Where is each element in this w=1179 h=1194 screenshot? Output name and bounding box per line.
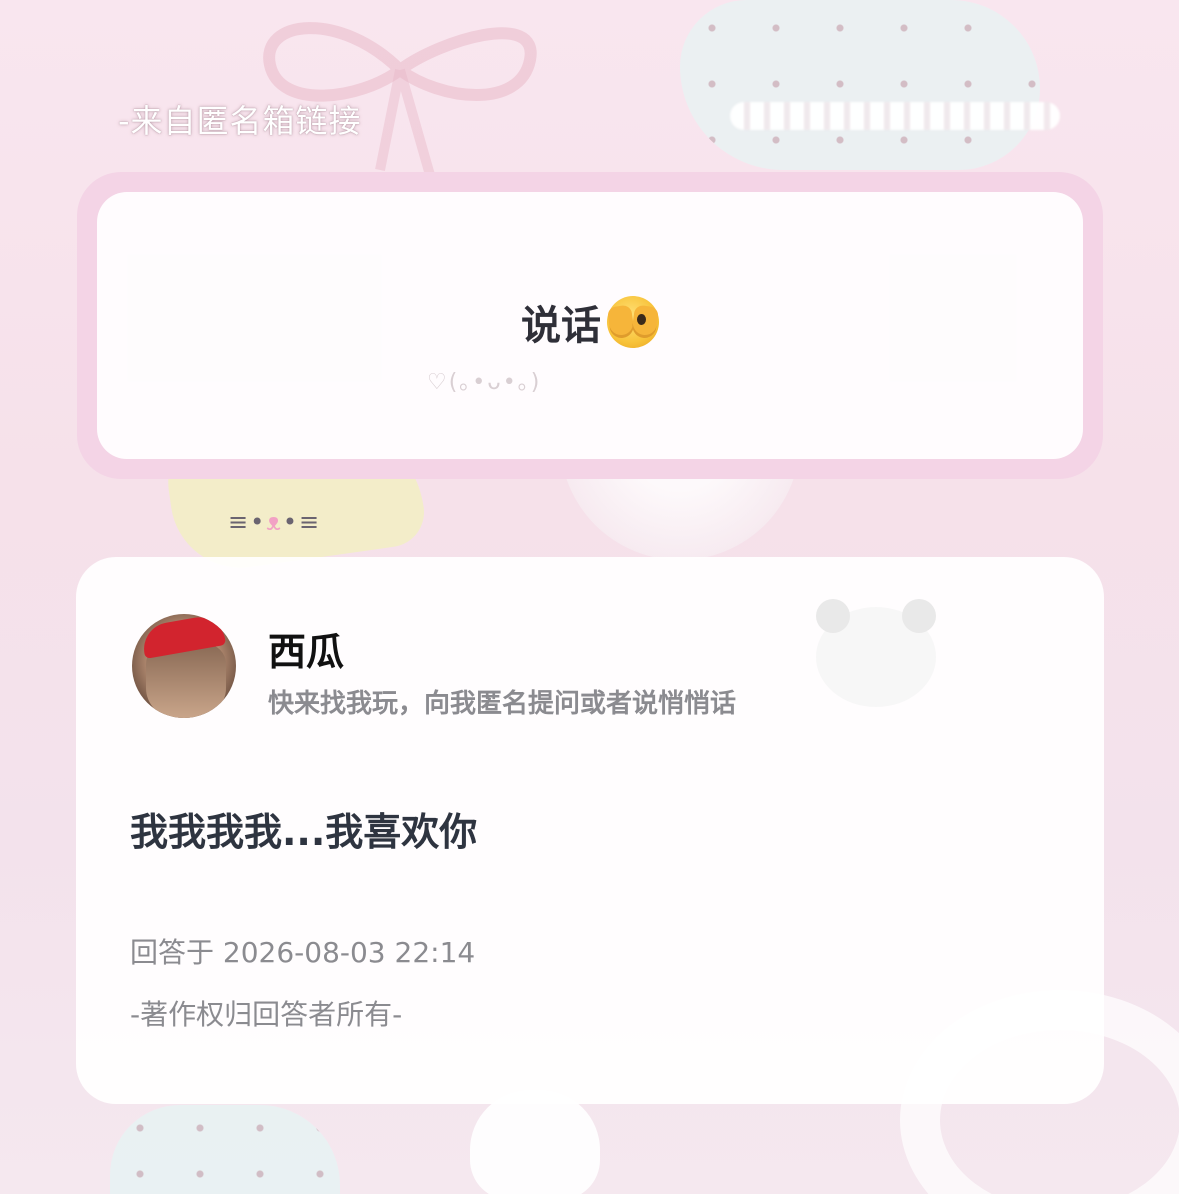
source-label: -来自匿名箱链接 (118, 102, 362, 140)
dotted-cloud-decoration (680, 0, 1040, 170)
user-name[interactable]: 西瓜 (268, 621, 344, 676)
copyright-notice: -著作权归回答者所有- (130, 998, 403, 1031)
question-card-inner: 说话 ♡(｡•ᴗ•｡) (97, 192, 1083, 459)
panda-decoration (816, 599, 936, 707)
cat-face-decoration: ≡•ᴥ•≡ (228, 508, 322, 536)
question-content: 说话 (521, 293, 660, 351)
kaomoji-decoration: ♡(｡•ᴗ•｡) (427, 370, 542, 395)
answer-text: 我我我我...我喜欢你 (130, 810, 478, 854)
blurred-link-bar (730, 102, 1060, 130)
question-card: 说话 ♡(｡•ᴗ•｡) (77, 172, 1103, 479)
user-bio: 快来找我玩，向我匿名提问或者说悄悄话 (268, 689, 737, 719)
avatar[interactable] (132, 614, 236, 718)
answer-card: 西瓜 快来找我玩，向我匿名提问或者说悄悄话 我我我我...我喜欢你 回答于 20… (76, 557, 1104, 1104)
rabbit-decoration (470, 1090, 600, 1194)
ribbon-bow-decoration (263, 22, 537, 177)
dotted-cloud-decoration (110, 1105, 340, 1194)
answered-timestamp: 回答于 2026-08-03 22:14 (130, 936, 476, 969)
face-with-open-eyes-and-hand-over-mouth-icon (606, 295, 660, 348)
question-text: 说话 (521, 302, 601, 349)
